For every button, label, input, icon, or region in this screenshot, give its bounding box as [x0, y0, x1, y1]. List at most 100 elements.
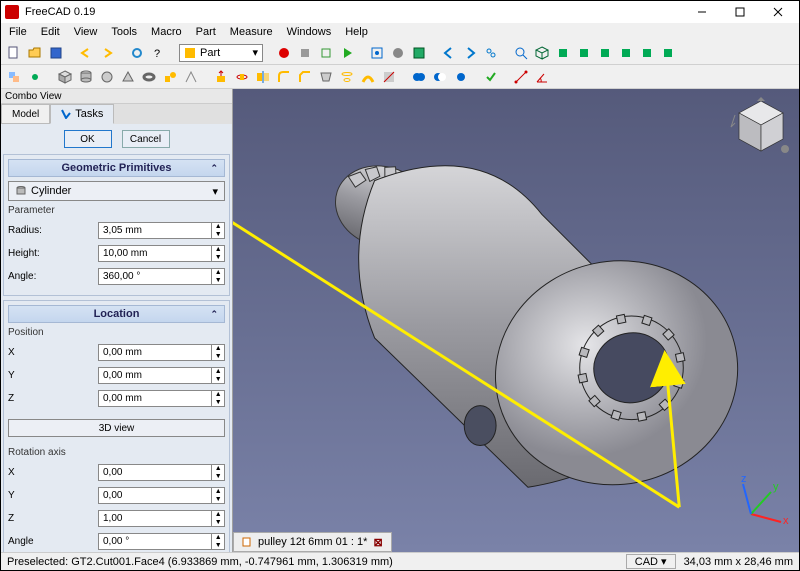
redo-icon[interactable] [98, 44, 116, 62]
menu-part[interactable]: Part [196, 26, 216, 38]
record-macro-icon[interactable] [275, 44, 293, 62]
fuse-icon[interactable] [410, 68, 428, 86]
primitives-header[interactable]: Geometric Primitives ⌃ [8, 159, 225, 177]
zoom-icon[interactable] [512, 44, 530, 62]
menu-file[interactable]: File [9, 26, 27, 38]
nav-left-icon[interactable] [440, 44, 458, 62]
3d-view-button[interactable]: 3D view [8, 419, 225, 437]
sphere-icon[interactable] [98, 68, 116, 86]
cone-icon[interactable] [119, 68, 137, 86]
radius-input[interactable]: ▲▼ [98, 222, 225, 239]
right-view-icon[interactable] [596, 44, 614, 62]
menu-edit[interactable]: Edit [41, 26, 60, 38]
fit-all-icon[interactable] [368, 44, 386, 62]
workbench-selector[interactable]: Part ▾ [179, 44, 263, 62]
pos-y-label: Y [8, 370, 98, 381]
pos-z-input[interactable]: ▲▼ [98, 390, 225, 407]
draw-style-icon[interactable] [389, 44, 407, 62]
tab-model[interactable]: Model [1, 104, 50, 124]
whatsthis-icon[interactable]: ? [149, 44, 167, 62]
close-button[interactable] [759, 2, 795, 22]
cylinder-icon[interactable] [77, 68, 95, 86]
left-view-icon[interactable] [659, 44, 677, 62]
maximize-button[interactable] [721, 2, 757, 22]
rear-view-icon[interactable] [617, 44, 635, 62]
save-icon[interactable] [47, 44, 65, 62]
top-view-icon[interactable] [575, 44, 593, 62]
link-icon[interactable] [482, 44, 500, 62]
torus-icon[interactable] [140, 68, 158, 86]
open-icon[interactable] [26, 44, 44, 62]
check-geom-icon[interactable] [482, 68, 500, 86]
tab-tasks[interactable]: Tasks [50, 104, 114, 124]
nav-cube[interactable] [729, 95, 793, 159]
3d-viewport[interactable]: x y z pulley 12t 6mm 01 : 1* ⊠ [233, 89, 799, 552]
refresh-icon[interactable] [128, 44, 146, 62]
pos-x-input[interactable]: ▲▼ [98, 344, 225, 361]
section-icon[interactable] [380, 68, 398, 86]
minimize-button[interactable] [683, 2, 719, 22]
ok-button[interactable]: OK [64, 130, 112, 148]
rot-z-input[interactable]: ▲▼ [98, 510, 225, 527]
shapebuilder-icon[interactable] [182, 68, 200, 86]
common-icon[interactable] [452, 68, 470, 86]
angle-input[interactable]: ▲▼ [98, 268, 225, 285]
stop-macro-icon[interactable] [296, 44, 314, 62]
menu-macro[interactable]: Macro [151, 26, 182, 38]
close-tab-icon[interactable]: ⊠ [373, 536, 382, 549]
explode-icon[interactable] [26, 68, 44, 86]
menu-help[interactable]: Help [345, 26, 368, 38]
menu-tools[interactable]: Tools [111, 26, 137, 38]
height-input[interactable]: ▲▼ [98, 245, 225, 262]
svg-text:y: y [773, 481, 779, 493]
bottom-view-icon[interactable] [638, 44, 656, 62]
location-header[interactable]: Location ⌃ [8, 305, 225, 323]
cube-icon[interactable] [56, 68, 74, 86]
angle-label: Angle: [8, 271, 98, 282]
window-titlebar: FreeCAD 0.19 [1, 1, 799, 23]
primitive-select[interactable]: Cylinder ▾ [8, 181, 225, 201]
make-compound-icon[interactable] [5, 68, 23, 86]
fillet-icon[interactable] [275, 68, 293, 86]
rot-y-input[interactable]: ▲▼ [98, 487, 225, 504]
measure-linear-icon[interactable] [512, 68, 530, 86]
bbox-icon[interactable] [410, 44, 428, 62]
macros-icon[interactable] [317, 44, 335, 62]
nav-right-icon[interactable] [461, 44, 479, 62]
rotation-label: Rotation axis [8, 447, 225, 458]
document-tab-label: pulley 12t 6mm 01 : 1* [258, 536, 367, 548]
svg-text:?: ? [154, 48, 160, 60]
ruled-icon[interactable] [317, 68, 335, 86]
rot-y-label: Y [8, 490, 98, 501]
menu-windows[interactable]: Windows [287, 26, 332, 38]
cancel-button[interactable]: Cancel [122, 130, 170, 148]
loft-icon[interactable] [338, 68, 356, 86]
sweep-icon[interactable] [359, 68, 377, 86]
run-macro-icon[interactable] [338, 44, 356, 62]
primitives-icon[interactable] [161, 68, 179, 86]
pos-z-label: Z [8, 393, 98, 404]
toolbar-row-1: ? Part ▾ [1, 41, 799, 65]
mirror-icon[interactable] [254, 68, 272, 86]
measure-angular-icon[interactable] [533, 68, 551, 86]
cut-icon[interactable] [431, 68, 449, 86]
document-tab[interactable]: pulley 12t 6mm 01 : 1* ⊠ [233, 532, 392, 552]
front-view-icon[interactable] [554, 44, 572, 62]
menu-measure[interactable]: Measure [230, 26, 273, 38]
revolve-icon[interactable] [233, 68, 251, 86]
chamfer-icon[interactable] [296, 68, 314, 86]
status-dimensions: 34,03 mm x 28,46 mm [684, 556, 793, 568]
nav-style-selector[interactable]: CAD ▾ [626, 554, 676, 569]
iso-view-icon[interactable] [533, 44, 551, 62]
rot-a-input[interactable]: ▲▼ [98, 533, 225, 550]
rot-z-label: Z [8, 513, 98, 524]
rot-x-input[interactable]: ▲▼ [98, 464, 225, 481]
document-icon [242, 537, 252, 547]
pos-y-input[interactable]: ▲▼ [98, 367, 225, 384]
undo-icon[interactable] [77, 44, 95, 62]
menu-view[interactable]: View [74, 26, 98, 38]
extrude-icon[interactable] [212, 68, 230, 86]
position-label: Position [8, 327, 225, 338]
new-icon[interactable] [5, 44, 23, 62]
status-bar: Preselected: GT2.Cut001.Face4 (6.933869 … [1, 552, 799, 570]
